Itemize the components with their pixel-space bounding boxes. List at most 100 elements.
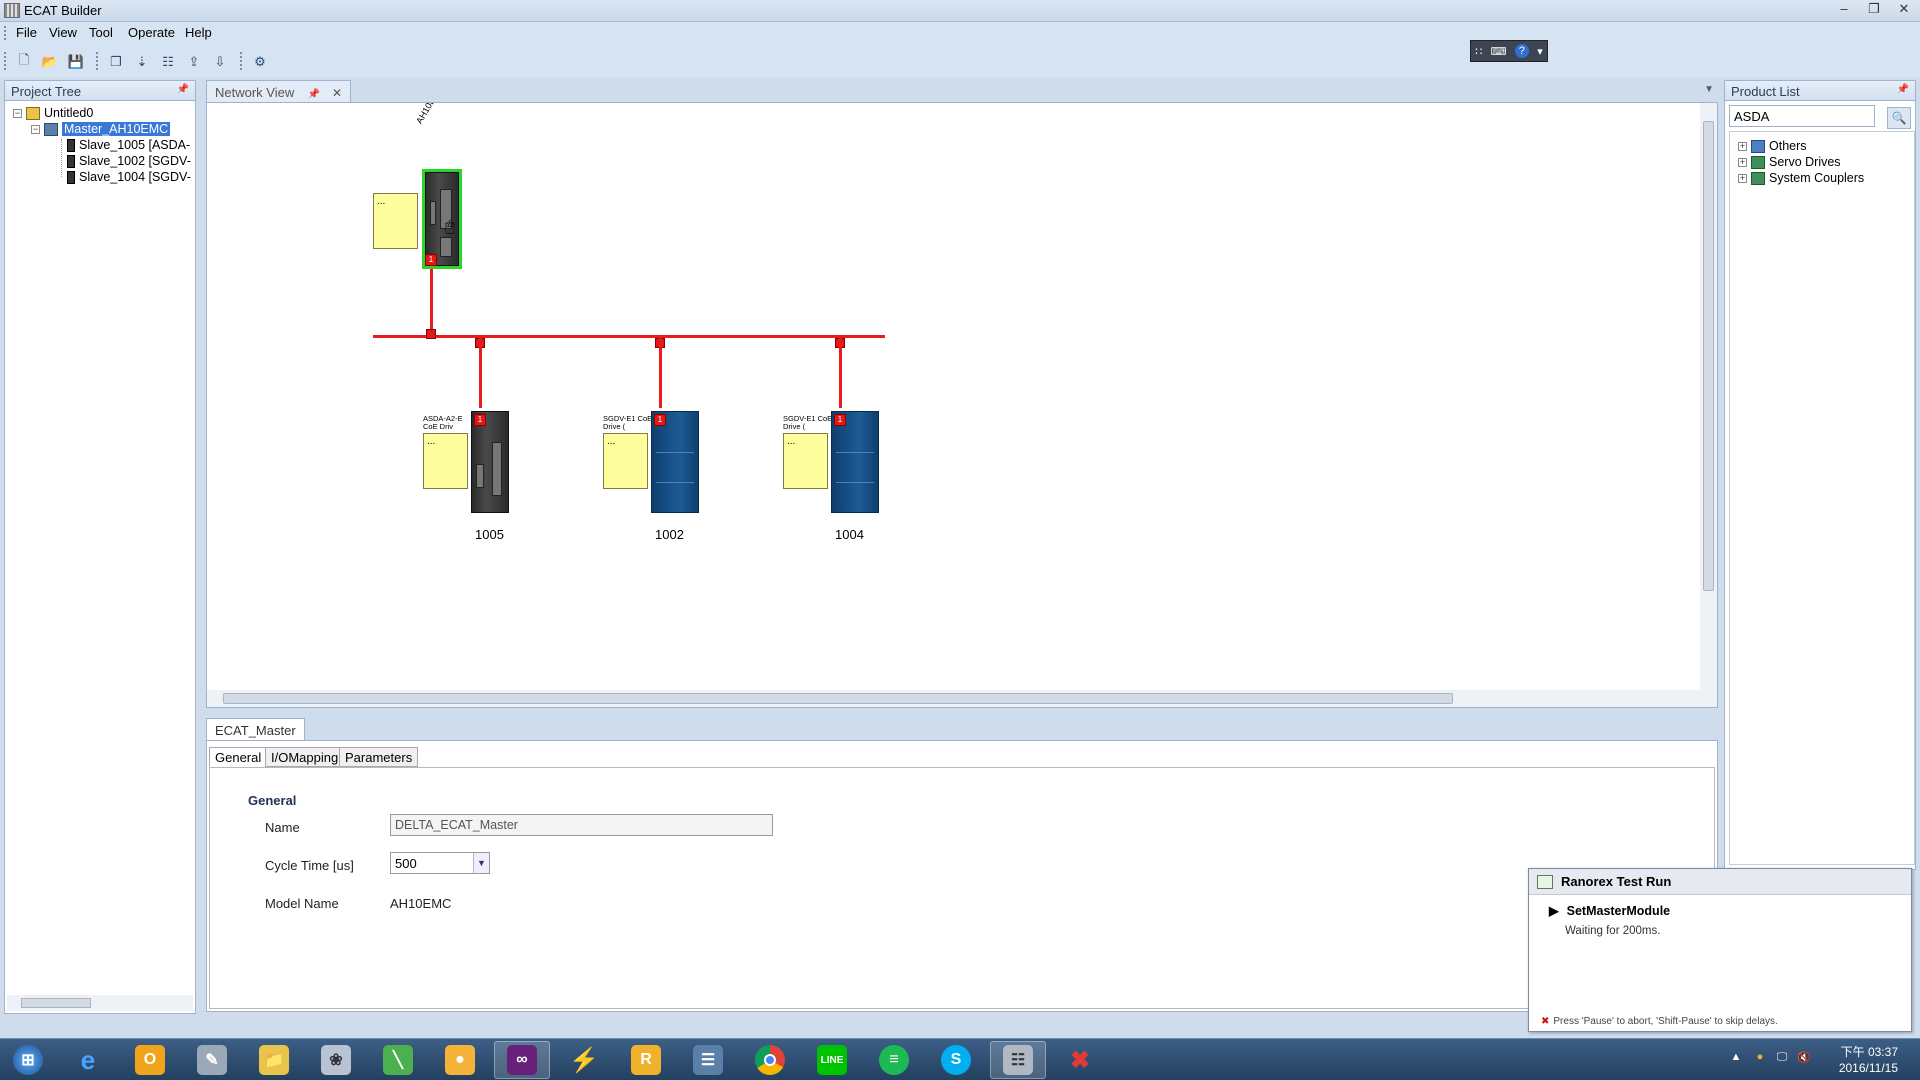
menu-help[interactable]: Help	[185, 25, 212, 40]
close-button[interactable]: ✕	[1890, 1, 1918, 19]
download-icon[interactable]: ⇩	[210, 52, 230, 72]
tree-node-slave[interactable]: Slave_1004 [SGDV-	[67, 169, 191, 185]
cycle-time-select[interactable]: 500 ▼	[390, 852, 490, 874]
taskbar-app-ecat-builder[interactable]: ☷	[990, 1041, 1046, 1079]
line-icon: LINE	[817, 1045, 847, 1075]
expand-icon[interactable]: +	[1738, 157, 1747, 167]
slave-device-dark[interactable]: 1	[471, 411, 509, 513]
collapse-icon[interactable]: −	[31, 124, 40, 134]
taskbar-app-outlook[interactable]: O	[122, 1041, 178, 1079]
product-category-label: Others	[1769, 139, 1807, 153]
network-status-icon[interactable]: 🖵	[1774, 1051, 1790, 1067]
tree-node-slave[interactable]: Slave_1002 [SGDV-	[67, 153, 191, 169]
taskbar-app-chart[interactable]: ╲	[370, 1041, 426, 1079]
taskbar-app-explorer[interactable]: 📁	[246, 1041, 302, 1079]
slave-note[interactable]: ...	[423, 433, 468, 489]
section-title: General	[248, 793, 297, 808]
tab-ecat-master[interactable]: ECAT_Master	[206, 718, 305, 740]
chrome-icon	[755, 1045, 785, 1075]
dropdown-arrow-icon[interactable]: ▾	[1537, 45, 1543, 58]
drive-icon	[67, 154, 75, 168]
product-tree: + Others + Servo Drives + System Coupler…	[1729, 131, 1915, 865]
tab-list-dropdown-icon[interactable]: ▼	[1704, 84, 1714, 95]
taskbar-app-visual-studio[interactable]: ∞	[494, 1041, 550, 1079]
master-device[interactable]: 1	[422, 169, 462, 269]
scroll-thumb[interactable]	[223, 693, 1453, 704]
taskbar-app-lightning[interactable]: ⚡	[556, 1041, 612, 1079]
collapse-icon[interactable]: −	[13, 108, 22, 118]
scroll-thumb[interactable]	[21, 998, 91, 1008]
tab-general[interactable]: General	[209, 747, 268, 767]
tree-node-slave[interactable]: Slave_1005 [ASDA-	[67, 137, 190, 153]
taskbar-app-ie[interactable]: e	[60, 1041, 116, 1079]
taskbar-app-tools[interactable]: ✖	[1052, 1041, 1108, 1079]
copy-icon[interactable]: ❐	[106, 52, 126, 72]
open-folder-icon[interactable]: 📂	[40, 52, 60, 72]
pin-icon[interactable]: 📌	[308, 89, 320, 100]
upload-icon[interactable]: ⇪	[184, 52, 204, 72]
horizontal-scrollbar[interactable]	[207, 690, 1717, 707]
taskbar-app-ranorex[interactable]: R	[618, 1041, 674, 1079]
pin-icon[interactable]: 📌	[1897, 84, 1909, 95]
scroll-thumb[interactable]	[1703, 121, 1714, 591]
pin-icon[interactable]: 📌	[177, 84, 189, 95]
help-icon[interactable]: ?	[1514, 44, 1529, 58]
tray-app-icon[interactable]: ●	[1752, 1051, 1768, 1067]
taskbar-app-tool[interactable]: ❀	[308, 1041, 364, 1079]
ranorex-test-run-popup: Ranorex Test Run ▶ SetMasterModule Waiti…	[1528, 868, 1912, 1032]
product-category-system-couplers[interactable]: + System Couplers	[1738, 170, 1864, 186]
slave-note[interactable]: ...	[783, 433, 828, 489]
menu-tool[interactable]: Tool	[89, 25, 113, 40]
save-icon[interactable]: 💾	[66, 52, 86, 72]
show-hidden-icons-icon[interactable]: ▲	[1728, 1051, 1744, 1067]
product-category-servo-drives[interactable]: + Servo Drives	[1738, 154, 1841, 170]
taskbar-app-notes[interactable]: ✎	[184, 1041, 240, 1079]
tab-parameters[interactable]: Parameters	[339, 747, 419, 767]
expand-icon[interactable]: +	[1738, 173, 1747, 183]
slave-device-blue[interactable]: 1	[831, 411, 879, 513]
system-clock[interactable]: 下午 03:37 2016/11/15	[1839, 1044, 1898, 1076]
keyboard-icon[interactable]: ⌨	[1491, 45, 1507, 58]
tree-horizontal-scrollbar[interactable]	[7, 995, 193, 1011]
network-icon[interactable]: ☷	[158, 52, 178, 72]
device-group-icon	[1751, 171, 1765, 185]
menu-view[interactable]: View	[49, 25, 77, 40]
taskbar-app-spotify[interactable]: ≡	[866, 1041, 922, 1079]
ranorex-status: Waiting for 200ms.	[1565, 925, 1661, 937]
scan-icon[interactable]: ⇣	[132, 52, 152, 72]
name-field[interactable]: DELTA_ECAT_Master	[390, 814, 773, 836]
slave-note[interactable]: ...	[603, 433, 648, 489]
taskbar-app-network[interactable]: ☰	[680, 1041, 736, 1079]
product-category-others[interactable]: + Others	[1738, 138, 1807, 154]
restore-button[interactable]: ❐	[1860, 1, 1888, 19]
start-button[interactable]: ⊞	[0, 1041, 56, 1079]
toolbar-separator	[240, 52, 242, 70]
taskbar-app-skype[interactable]: S	[928, 1041, 984, 1079]
slave-device-blue[interactable]: 1	[651, 411, 699, 513]
project-tree-title: Project Tree	[11, 84, 82, 99]
master-note[interactable]: ...	[373, 193, 418, 249]
tab-network-view[interactable]: Network View 📌 ✕	[206, 80, 351, 102]
product-search-input[interactable]: ASDA	[1729, 105, 1875, 127]
new-file-icon[interactable]: 🗋	[14, 52, 34, 72]
mouse-cursor-icon: 🖱	[445, 218, 455, 235]
tree-slave-label: Slave_1005 [ASDA-	[79, 138, 191, 152]
tab-io-mapping[interactable]: I/OMapping	[265, 747, 345, 767]
menu-file[interactable]: File	[16, 25, 37, 40]
tree-node-master[interactable]: − Master_AH10EMC	[31, 121, 171, 137]
dropdown-arrow-icon[interactable]: ▼	[473, 853, 489, 873]
search-icon[interactable]: 🔍	[1887, 107, 1911, 129]
menu-operate[interactable]: Operate	[128, 25, 175, 40]
vertical-scrollbar[interactable]	[1700, 103, 1717, 707]
minimize-button[interactable]: –	[1830, 1, 1858, 19]
expand-icon[interactable]: +	[1738, 141, 1747, 151]
outlook-icon: O	[135, 1045, 165, 1075]
taskbar-app-chrome[interactable]	[742, 1041, 798, 1079]
network-view-canvas[interactable]: AH10EMC ... 1 🖱 ASDA-A2-E CoE Driv ... 1…	[206, 102, 1718, 708]
settings-gear-icon[interactable]: ⚙	[250, 52, 270, 72]
tree-node-root[interactable]: − Untitled0	[13, 105, 93, 121]
close-tab-icon[interactable]: ✕	[332, 86, 342, 100]
taskbar-app-palette[interactable]: ●	[432, 1041, 488, 1079]
taskbar-app-line[interactable]: LINE	[804, 1041, 860, 1079]
volume-muted-icon[interactable]: 🔇	[1796, 1051, 1812, 1067]
